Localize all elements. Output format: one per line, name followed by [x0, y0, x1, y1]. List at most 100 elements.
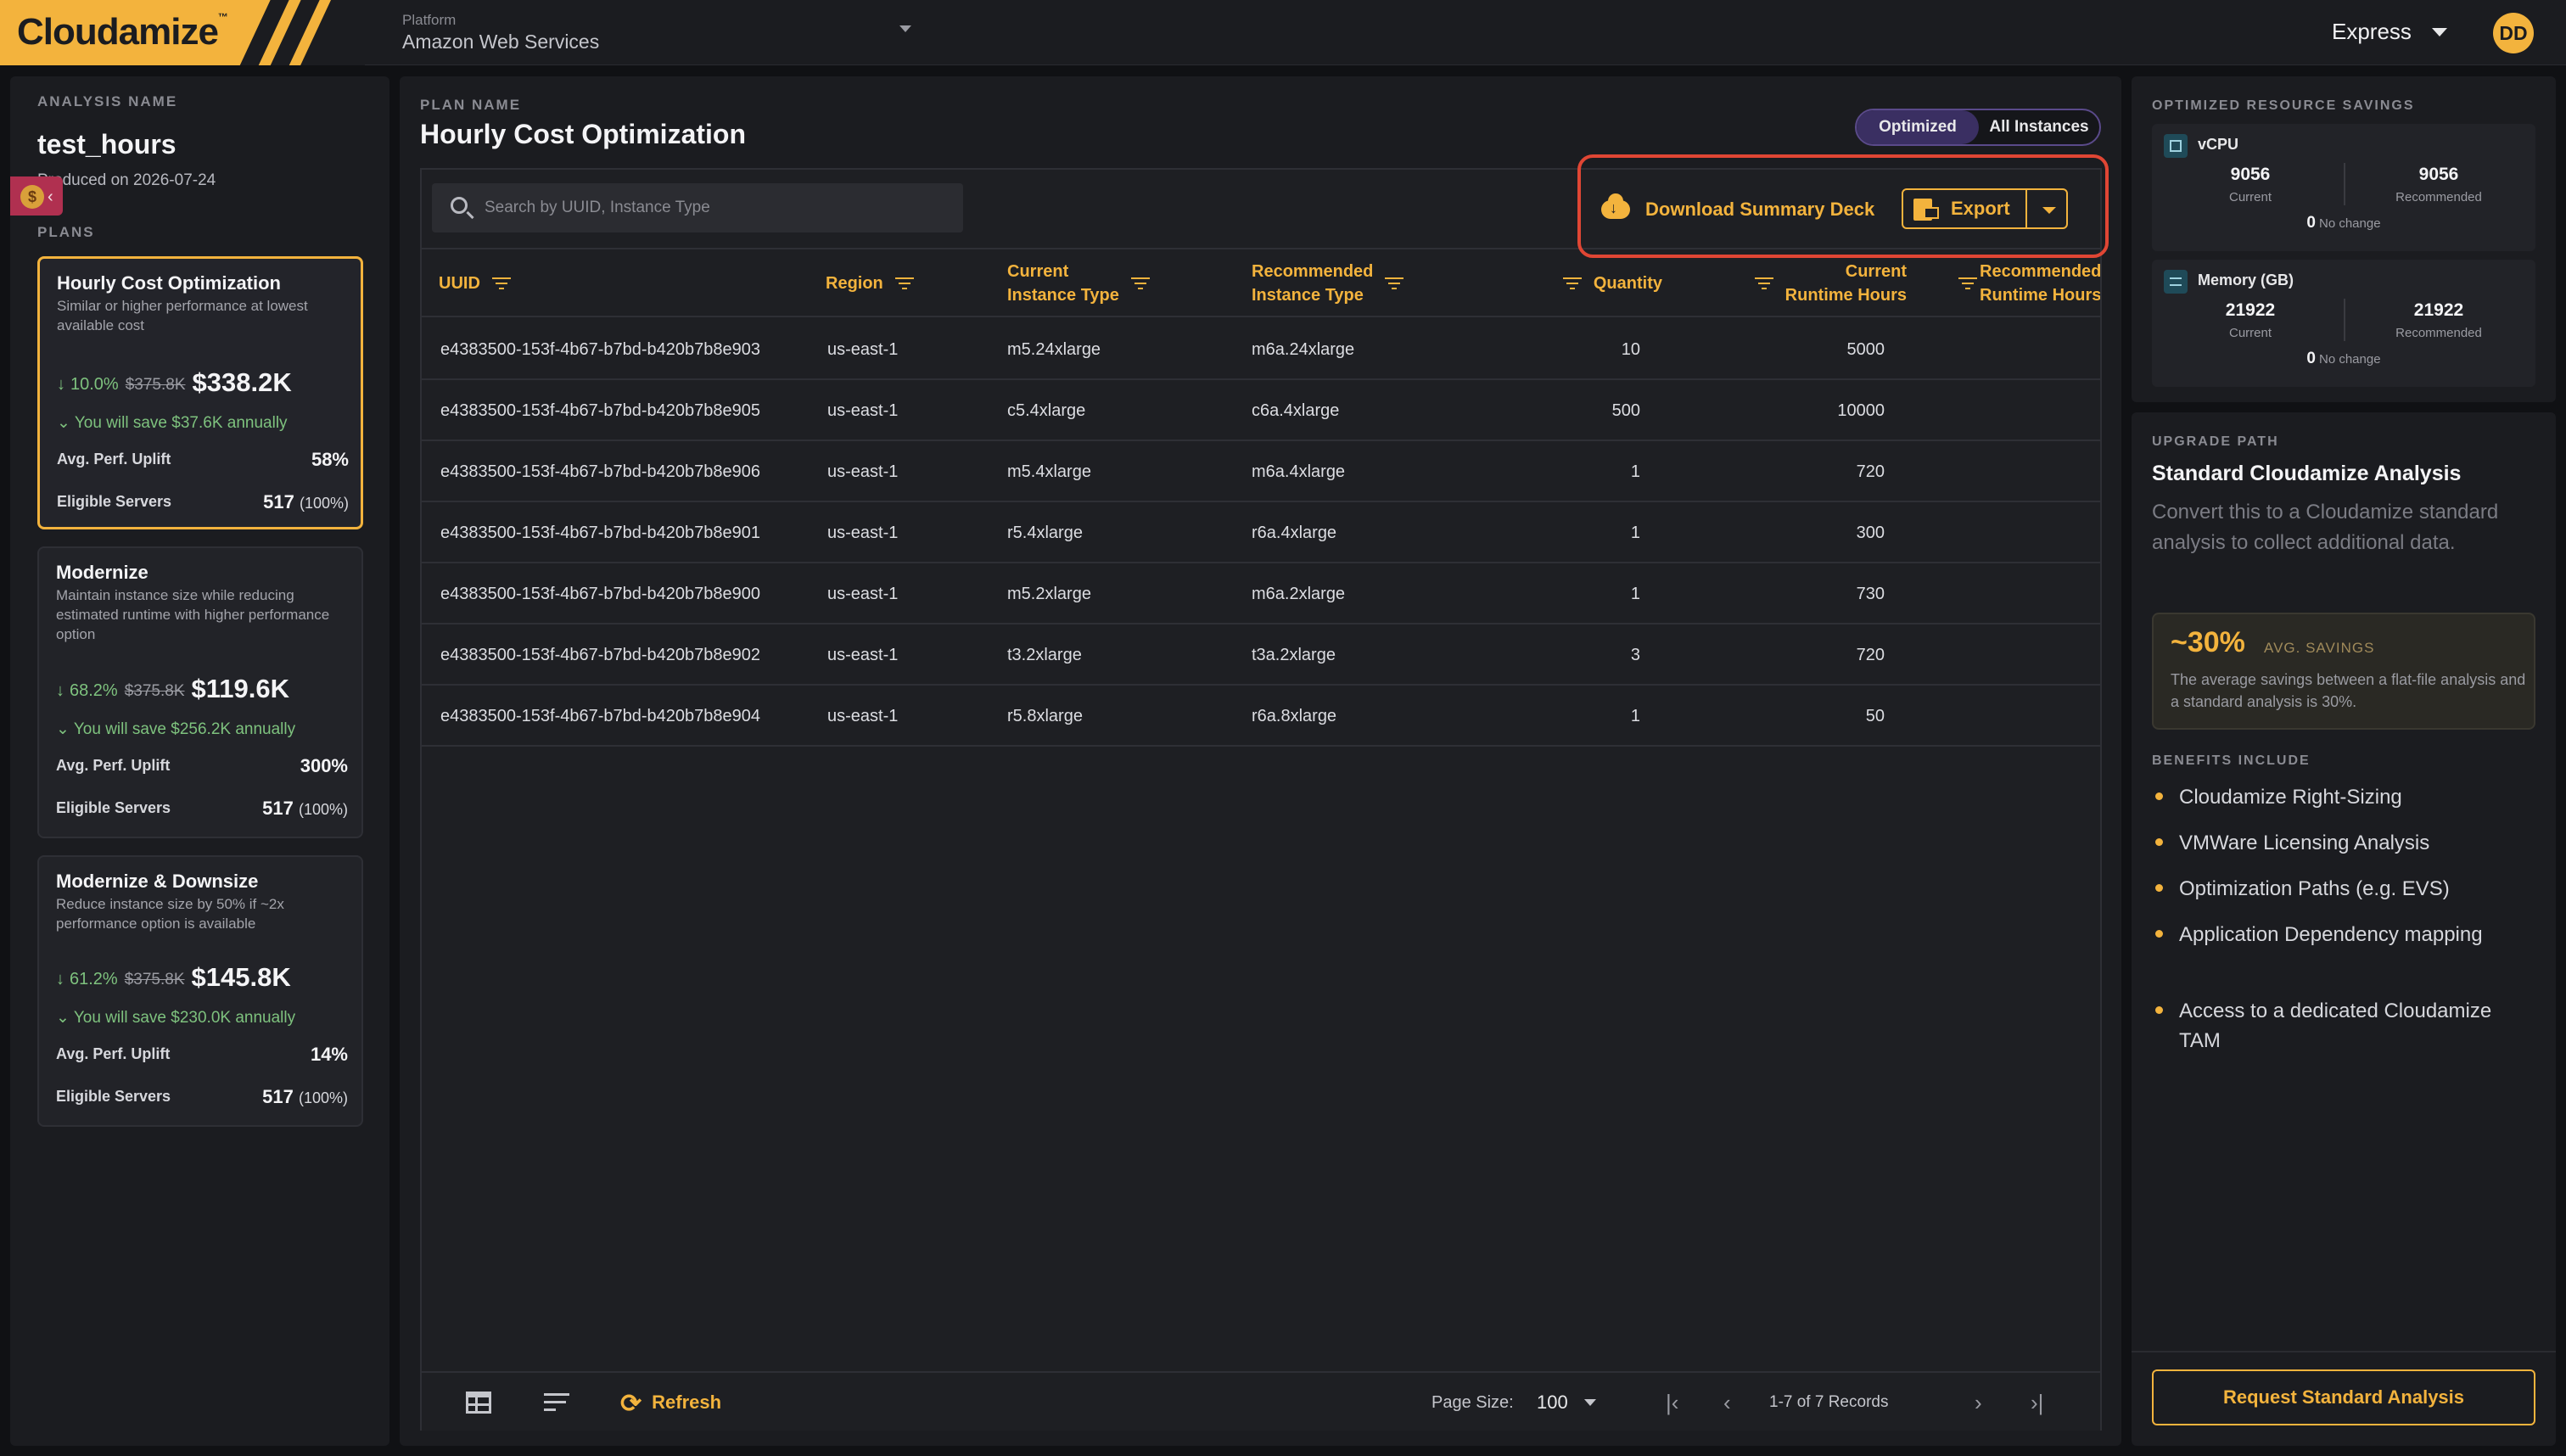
table-row[interactable]: e4383500-153f-4b67-b7bd-b420b7b8e905 us-e…	[422, 380, 2100, 441]
next-page-icon[interactable]: ›	[1975, 1373, 1982, 1432]
last-page-icon[interactable]: ›|	[2031, 1373, 2043, 1432]
page-title: Hourly Cost Optimization	[420, 119, 746, 149]
export-button[interactable]: Export	[1903, 190, 2027, 227]
export-dropdown-icon[interactable]	[2042, 207, 2056, 214]
instance-view-toggle: Optimized All Instances	[1855, 109, 2101, 146]
search-input[interactable]	[485, 195, 943, 221]
filter-icon[interactable]	[894, 277, 914, 290]
download-summary-deck-button[interactable]: Download Summary Deck	[1601, 188, 1874, 229]
perf-uplift-row: Avg. Perf. Uplift 14%	[56, 1044, 348, 1065]
cell-region: us-east-1	[827, 340, 899, 359]
cell-uuid: e4383500-153f-4b67-b7bd-b420b7b8e904	[440, 707, 761, 725]
cell-quantity: 500	[1611, 401, 1640, 420]
plan-card-modernize-downsize[interactable]: Modernize & Downsize Reduce instance siz…	[37, 855, 363, 1127]
resource-card-vcpu: vCPU 9056 Current 9056 Recommended 0 No c…	[2152, 124, 2535, 251]
column-header-current-instance-type[interactable]: Current Instance Type	[1007, 249, 1162, 317]
new-price: $145.8K	[191, 962, 291, 992]
table-view-icon[interactable]	[466, 1392, 491, 1414]
toggle-optimized[interactable]: Optimized	[1857, 110, 1979, 144]
table-row[interactable]: e4383500-153f-4b67-b7bd-b420b7b8e901 us-e…	[422, 502, 2100, 563]
tier-select[interactable]: Express	[2332, 19, 2412, 45]
logo[interactable]: Cloudamize™	[0, 0, 365, 65]
prev-page-icon[interactable]: ‹	[1723, 1373, 1731, 1432]
chevron-down-icon[interactable]	[899, 25, 911, 32]
resource-savings-panel: OPTIMIZED RESOURCE SAVINGS vCPU 9056 Cur…	[2132, 76, 2556, 402]
filter-icon[interactable]	[1385, 277, 1404, 290]
benefit-item: Cloudamize Right-Sizing	[2152, 782, 2525, 812]
filter-icon[interactable]	[491, 277, 511, 290]
divider	[2344, 299, 2345, 341]
cell-current-instance-type: r5.4xlarge	[1007, 524, 1083, 542]
column-header-recommended-runtime-hours[interactable]: Recommended Runtime Hours	[1956, 249, 2100, 317]
collapse-sidebar-button[interactable]: $ ‹	[10, 176, 63, 216]
column-header-quantity[interactable]: Quantity	[1547, 249, 1662, 317]
plan-name-label: PLAN NAME	[420, 97, 522, 113]
logo-text: Cloudamize	[17, 11, 219, 53]
resource-card-memory: Memory (GB) 21922 Current 21922 Recommen…	[2152, 260, 2535, 387]
plan-card-modernize[interactable]: Modernize Maintain instance size while r…	[37, 546, 363, 838]
cell-recommended-instance-type: t3a.2xlarge	[1252, 646, 1336, 664]
refresh-button[interactable]: ⟳ Refresh	[620, 1373, 721, 1432]
perf-uplift-value: 58%	[311, 449, 349, 470]
cell-quantity: 1	[1630, 707, 1640, 725]
cell-quantity: 10	[1621, 340, 1640, 359]
column-header-recommended-instance-type[interactable]: Recommended Instance Type	[1252, 249, 1415, 317]
table-row[interactable]: e4383500-153f-4b67-b7bd-b420b7b8e902 us-e…	[422, 624, 2100, 686]
cell-region: us-east-1	[827, 707, 899, 725]
plans-label: PLANS	[37, 224, 95, 240]
double-chevron-down-icon: ⌄	[57, 414, 75, 432]
cell-quantity: 3	[1630, 646, 1640, 664]
recommended-value: 9056	[2418, 165, 2459, 184]
benefit-item: Access to a dedicated Cloudamize TAM	[2152, 996, 2525, 1056]
search-box	[432, 183, 963, 232]
records-count: 1-7 of 7 Records	[1769, 1393, 1889, 1411]
cell-quantity: 1	[1630, 524, 1640, 542]
table-body: e4383500-153f-4b67-b7bd-b420b7b8e903 us-e…	[422, 319, 2100, 747]
table-row[interactable]: e4383500-153f-4b67-b7bd-b420b7b8e904 us-e…	[422, 686, 2100, 747]
change-summary: 0 No change	[2306, 214, 2381, 232]
chevron-down-icon[interactable]	[2432, 28, 2447, 36]
cell-region: us-east-1	[827, 646, 899, 664]
plan-price-row: ↓ 61.2% $375.8K $145.8K	[56, 962, 291, 993]
column-header-region[interactable]: Region	[826, 249, 926, 317]
arrow-down-icon: ↓	[56, 970, 64, 988]
user-avatar[interactable]: DD	[2493, 13, 2534, 53]
filter-icon[interactable]	[1130, 277, 1150, 290]
search-icon	[451, 197, 468, 214]
request-standard-analysis-button[interactable]: Request Standard Analysis	[2152, 1369, 2535, 1425]
filter-icon[interactable]	[1754, 277, 1773, 290]
perf-uplift-row: Avg. Perf. Uplift 58%	[57, 449, 349, 470]
cell-current-runtime-hours: 720	[1856, 462, 1885, 481]
first-page-icon[interactable]: |‹	[1666, 1373, 1678, 1432]
toggle-all-instances[interactable]: All Instances	[1979, 110, 2099, 144]
resource-savings-label: OPTIMIZED RESOURCE SAVINGS	[2152, 98, 2415, 113]
plan-title: Hourly Cost Optimization	[57, 272, 281, 294]
platform-select[interactable]: Platform Amazon Web Services	[402, 12, 599, 53]
current-value: 9056	[2230, 165, 2271, 184]
resource-name: vCPU	[2198, 136, 2239, 153]
file-export-icon	[1913, 199, 1939, 221]
plan-card-hourly-cost[interactable]: Hourly Cost Optimization Similar or high…	[37, 256, 363, 529]
chevron-down-icon[interactable]	[1584, 1399, 1596, 1406]
divider	[2132, 1351, 2556, 1352]
cell-recommended-instance-type: r6a.4xlarge	[1252, 524, 1337, 542]
table-row[interactable]: e4383500-153f-4b67-b7bd-b420b7b8e906 us-e…	[422, 441, 2100, 502]
double-chevron-down-icon: ⌄	[56, 720, 74, 738]
recommended-label: Recommended	[2395, 326, 2482, 340]
column-header-current-runtime-hours[interactable]: Current Runtime Hours	[1725, 249, 1907, 317]
page-size-select[interactable]: 100	[1537, 1373, 1568, 1432]
text-wrap-icon[interactable]	[544, 1393, 569, 1412]
platform-value: Amazon Web Services	[402, 31, 600, 53]
column-header-uuid[interactable]: UUID	[439, 249, 523, 317]
eligible-servers-row: Eligible Servers 517 (100%)	[57, 491, 349, 512]
cell-recommended-instance-type: c6a.4xlarge	[1252, 401, 1340, 420]
cell-uuid: e4383500-153f-4b67-b7bd-b420b7b8e901	[440, 524, 761, 542]
cell-current-instance-type: c5.4xlarge	[1007, 401, 1086, 420]
savings-percent: 10.0%	[70, 375, 119, 394]
plan-description: Similar or higher performance at lowest …	[57, 298, 308, 333]
table-row[interactable]: e4383500-153f-4b67-b7bd-b420b7b8e900 us-e…	[422, 563, 2100, 624]
eligible-servers-value: 517 (100%)	[262, 798, 348, 819]
table-row[interactable]: e4383500-153f-4b67-b7bd-b420b7b8e903 us-e…	[422, 319, 2100, 380]
old-price: $375.8K	[124, 682, 185, 700]
filter-icon[interactable]	[1562, 277, 1582, 290]
